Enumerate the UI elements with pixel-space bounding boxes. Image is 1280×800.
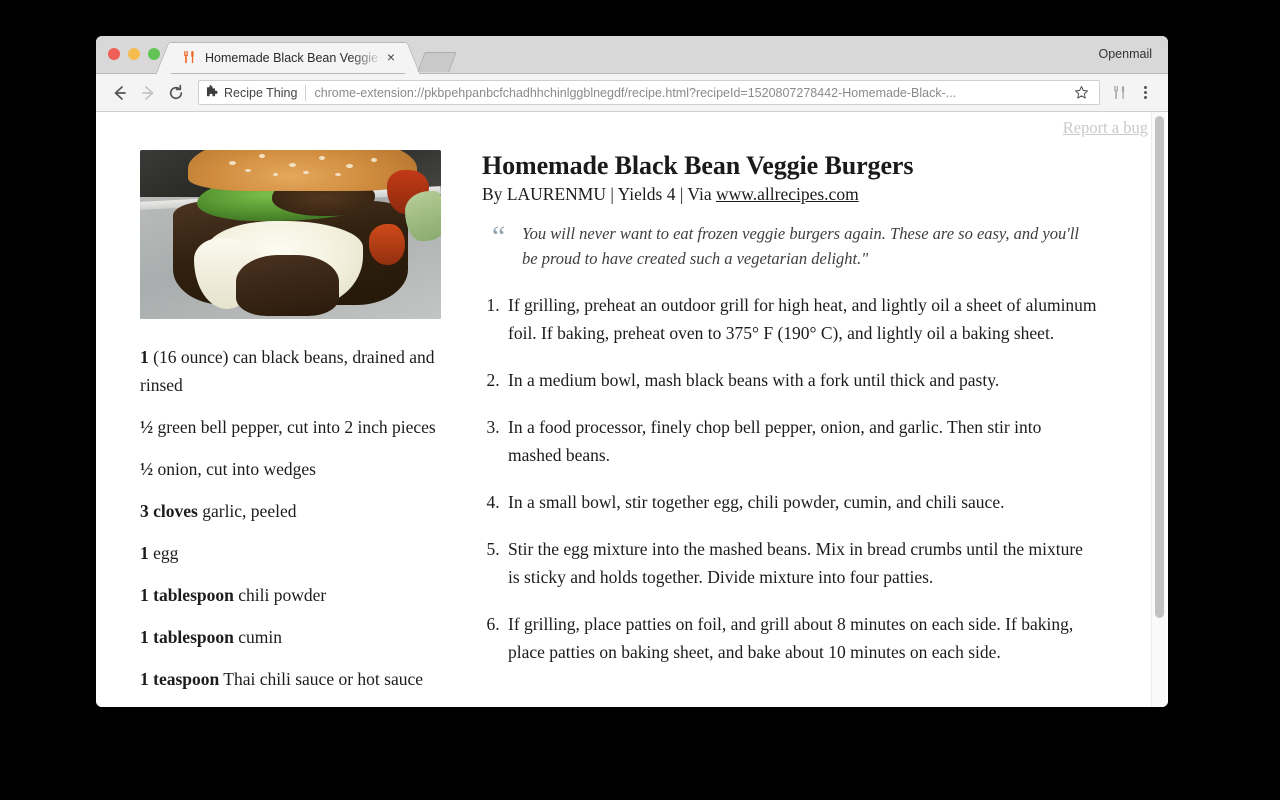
ingredient-text: Thai chili sauce or hot sauce [219, 669, 424, 689]
direction-step: If grilling, preheat an outdoor grill fo… [504, 291, 1098, 347]
ingredient-item: 3 cloves garlic, peeled [140, 497, 440, 525]
directions-column: Homemade Black Bean Veggie Burgers By LA… [454, 112, 1168, 707]
new-tab-button[interactable] [417, 52, 457, 72]
extension-name: Recipe Thing [224, 85, 298, 100]
window-traffic-lights [108, 48, 160, 60]
back-arrow-icon[interactable] [106, 79, 134, 107]
page-scrollbar-thumb[interactable] [1155, 116, 1164, 618]
ingredient-amount: 1 [140, 347, 149, 367]
ingredient-amount: 1 teaspoon [140, 669, 220, 689]
tab-strip: Homemade Black Bean Veggie Burgers × Ope… [96, 36, 1168, 74]
ingredient-amount: 1 tablespoon [140, 585, 234, 605]
direction-step: In a small bowl, stir together egg, chil… [504, 488, 1098, 516]
source-link[interactable]: www.allrecipes.com [716, 184, 859, 204]
ingredient-text: cumin [233, 627, 282, 647]
direction-step: Stir the egg mixture into the mashed bea… [504, 535, 1098, 591]
ingredient-text: green bell pepper, cut into 2 inch piece… [153, 417, 436, 437]
directions-list: If grilling, preheat an outdoor grill fo… [482, 291, 1098, 666]
recipe-photo [140, 150, 441, 319]
url-text: chrome-extension://pkbpehpanbcfchadhhchi… [314, 85, 957, 100]
ingredient-amount: ½ [140, 459, 154, 479]
recipe-byline: By LAURENMU | Yields 4 | Via www.allreci… [482, 184, 1098, 205]
ingredient-item: ½ green bell pepper, cut into 2 inch pie… [140, 413, 440, 441]
ingredient-item: ½ onion, cut into wedges [140, 455, 440, 483]
tab-title: Homemade Black Bean Veggie Burgers [205, 51, 381, 65]
ingredient-text: garlic, peeled [197, 501, 297, 521]
close-window-button[interactable] [108, 48, 120, 60]
ingredient-amount: 1 [140, 543, 149, 563]
direction-step: If grilling, place patties on foil, and … [504, 610, 1098, 666]
browser-tab[interactable]: Homemade Black Bean Veggie Burgers × [170, 42, 406, 73]
browser-window: Homemade Black Bean Veggie Burgers × Ope… [96, 36, 1168, 707]
quote-text: You will never want to eat frozen veggie… [522, 224, 1079, 268]
recipe-author: LAURENMU [506, 184, 606, 204]
byline-prefix: By [482, 184, 507, 204]
ingredient-text: chili powder [233, 585, 327, 605]
minimize-window-button[interactable] [128, 48, 140, 60]
extension-origin-chip: Recipe Thing [206, 84, 298, 101]
recipe-columns: 1 (16 ounce) can black beans, drained an… [96, 112, 1168, 707]
byline-separator: | [675, 184, 688, 204]
page-viewport: Report a bug 1 (16 ounce) can black bean… [96, 112, 1168, 707]
star-icon[interactable] [1070, 82, 1092, 104]
via-prefix: Via [687, 184, 716, 204]
ingredient-amount: 1 tablespoon [140, 627, 234, 647]
page-scrollbar[interactable] [1151, 112, 1166, 707]
extension-fork-knife-icon[interactable] [1106, 80, 1132, 106]
ingredient-item: 1 (16 ounce) can black beans, drained an… [140, 343, 440, 399]
fork-knife-icon [181, 50, 197, 66]
omnibox-divider [305, 84, 307, 101]
recipe-yield: Yields 4 [617, 184, 676, 204]
direction-step: In a food processor, finely chop bell pe… [504, 413, 1098, 469]
reload-icon[interactable] [162, 79, 190, 107]
quote-mark-icon: “ [492, 220, 506, 253]
maximize-window-button[interactable] [148, 48, 160, 60]
three-dot-menu-icon[interactable] [1132, 80, 1158, 106]
page-title: Homemade Black Bean Veggie Burgers [482, 151, 914, 180]
ingredient-text: (16 ounce) can black beans, drained and … [140, 347, 435, 395]
recipe-page: Report a bug 1 (16 ounce) can black bean… [96, 112, 1168, 707]
address-bar[interactable]: Recipe Thing chrome-extension://pkbpehpa… [198, 80, 1100, 105]
ingredient-item: 1 tablespoon chili powder [140, 581, 440, 609]
tab-close-icon[interactable]: × [383, 49, 399, 66]
window-right-label: Openmail [1098, 47, 1153, 61]
ingredients-column: 1 (16 ounce) can black beans, drained an… [96, 112, 454, 707]
puzzle-piece-icon [206, 84, 219, 101]
byline-separator: | [605, 184, 618, 204]
ingredient-amount: ½ [140, 417, 154, 437]
ingredient-text: onion, cut into wedges [153, 459, 316, 479]
ingredient-item: 1 tablespoon cumin [140, 623, 440, 651]
ingredient-amount: 3 cloves [140, 501, 198, 521]
direction-step: In a medium bowl, mash black beans with … [504, 366, 1098, 394]
ingredients-list: 1 (16 ounce) can black beans, drained an… [140, 343, 440, 693]
forward-arrow-icon [134, 79, 162, 107]
recipe-description-quote: “ You will never want to eat frozen vegg… [492, 221, 1098, 271]
ingredient-item: 1 teaspoon Thai chili sauce or hot sauce [140, 665, 440, 693]
ingredient-item: 1 egg [140, 539, 440, 567]
ingredient-text: egg [148, 543, 179, 563]
browser-toolbar: Recipe Thing chrome-extension://pkbpehpa… [96, 74, 1168, 112]
